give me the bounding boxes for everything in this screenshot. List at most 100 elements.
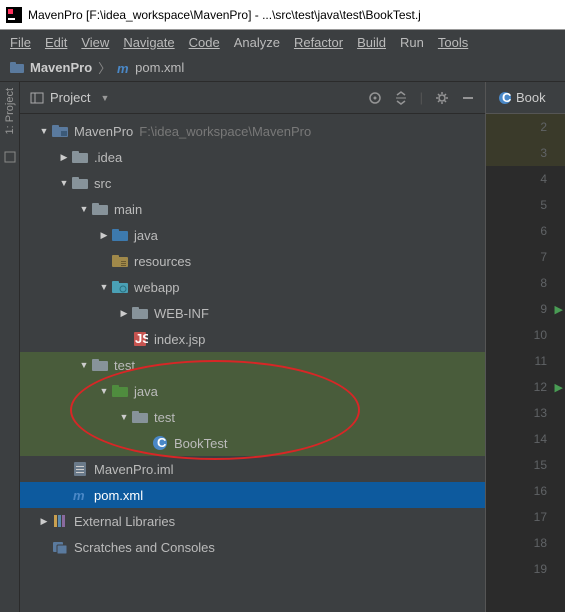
tree-row[interactable]: ▼MavenProF:\idea_workspace\MavenPro	[20, 118, 485, 144]
tree-label: java	[134, 384, 158, 399]
menu-analyze[interactable]: Analyze	[228, 33, 286, 52]
svg-text:m: m	[117, 61, 129, 75]
tree-row[interactable]: MavenPro.iml	[20, 456, 485, 482]
tree-row[interactable]: CBookTest	[20, 430, 485, 456]
tree-label: BookTest	[174, 436, 227, 451]
structure-icon[interactable]	[3, 150, 17, 164]
gutter-line[interactable]: 19	[486, 556, 565, 582]
gear-icon[interactable]	[435, 91, 449, 105]
tree-row[interactable]: ▼ src	[20, 170, 485, 196]
collapse-icon[interactable]	[394, 91, 408, 105]
chevron-down-icon[interactable]: ▼	[98, 282, 110, 292]
chevron-down-icon[interactable]: ▼	[78, 360, 90, 370]
editor-tab-label: Book	[516, 90, 546, 105]
gutter-line[interactable]: 13	[486, 400, 565, 426]
gutter-line[interactable]: 11	[486, 348, 565, 374]
chevron-down-icon[interactable]: ▼	[118, 412, 130, 422]
tree-row[interactable]: ▶ External Libraries	[20, 508, 485, 534]
breadcrumb-project[interactable]: MavenPro	[30, 60, 92, 75]
editor-tab-bar: C Book	[486, 82, 565, 114]
run-gutter-icon[interactable]: ▶	[555, 303, 563, 316]
chevron-down-icon[interactable]: ▼	[38, 126, 50, 136]
gutter-line[interactable]: 5	[486, 192, 565, 218]
gutter-line[interactable]: 15	[486, 452, 565, 478]
menu-view[interactable]: View	[75, 33, 115, 52]
breadcrumb-file[interactable]: pom.xml	[135, 60, 184, 75]
menu-edit[interactable]: Edit	[39, 33, 73, 52]
chevron-right-icon[interactable]: ▶	[118, 308, 130, 319]
tree-label: src	[94, 176, 111, 191]
panel-header: Project ▼ |	[20, 82, 485, 114]
tree-label: java	[134, 228, 158, 243]
tree-label: test	[154, 410, 175, 425]
folder-test-icon	[112, 383, 128, 399]
menu-code[interactable]: Code	[183, 33, 226, 52]
chevron-right-icon[interactable]: ▶	[98, 230, 110, 241]
rail-project-label[interactable]: 1: Project	[4, 88, 16, 134]
gutter-line[interactable]: 8	[486, 270, 565, 296]
tree-label: MavenPro	[74, 124, 133, 139]
editor-tab[interactable]: C Book	[492, 86, 552, 109]
folder-icon	[92, 201, 108, 217]
menu-refactor[interactable]: Refactor	[288, 33, 349, 52]
iml-icon	[72, 461, 88, 477]
gutter-line[interactable]: 7	[486, 244, 565, 270]
tree-label: WEB-INF	[154, 306, 209, 321]
tree-row[interactable]: JSPindex.jsp	[20, 326, 485, 352]
folder-icon	[72, 149, 88, 165]
tree-label: test	[114, 358, 135, 373]
svg-text:C: C	[502, 91, 512, 105]
tree-row[interactable]: ▶ WEB-INF	[20, 300, 485, 326]
editor-gutter[interactable]: 23456789▶101112▶13141516171819	[486, 114, 565, 612]
tree-label: MavenPro.iml	[94, 462, 173, 477]
gutter-line[interactable]: 18	[486, 530, 565, 556]
menu-build[interactable]: Build	[351, 33, 392, 52]
gutter-line[interactable]: 14	[486, 426, 565, 452]
gutter-line[interactable]: 10	[486, 322, 565, 348]
gutter-line[interactable]: 6	[486, 218, 565, 244]
locate-icon[interactable]	[368, 91, 382, 105]
svg-text:m: m	[73, 488, 85, 503]
gutter-line[interactable]: 16	[486, 478, 565, 504]
tree-row[interactable]: ▼webapp	[20, 274, 485, 300]
chevron-right-icon[interactable]: ▶	[38, 516, 50, 527]
chevron-down-icon[interactable]: ▼	[98, 386, 110, 396]
folder-icon	[72, 175, 88, 191]
tool-window-rail: 1: Project	[0, 82, 20, 612]
panel-title[interactable]: Project	[50, 90, 90, 105]
hide-icon[interactable]	[461, 91, 475, 105]
editor-area: C Book 23456789▶101112▶13141516171819	[485, 82, 565, 612]
chevron-down-icon[interactable]: ▼	[78, 204, 90, 214]
tree-row[interactable]: m pom.xml	[20, 482, 485, 508]
menu-file[interactable]: File	[4, 33, 37, 52]
lib-icon	[52, 513, 68, 529]
tree-row[interactable]: Scratches and Consoles	[20, 534, 485, 560]
gutter-line[interactable]: 17	[486, 504, 565, 530]
tree-row[interactable]: ▼ test	[20, 352, 485, 378]
chevron-down-icon[interactable]: ▼	[58, 178, 70, 188]
project-tree[interactable]: ▼MavenProF:\idea_workspace\MavenPro▶.ide…	[20, 114, 485, 612]
tree-label: Scratches and Consoles	[74, 540, 215, 555]
gutter-line[interactable]: 12▶	[486, 374, 565, 400]
gutter-line[interactable]: 2	[486, 114, 565, 140]
chevron-right-icon[interactable]: ▶	[58, 152, 70, 163]
gutter-line[interactable]: 3	[486, 140, 565, 166]
run-gutter-icon[interactable]: ▶	[555, 381, 563, 394]
gutter-line[interactable]: 4	[486, 166, 565, 192]
gutter-line[interactable]: 9▶	[486, 296, 565, 322]
panel-dropdown-icon[interactable]: ▼	[100, 93, 109, 103]
window-title: MavenPro [F:\idea_workspace\MavenPro] - …	[28, 8, 421, 22]
menu-navigate[interactable]: Navigate	[117, 33, 180, 52]
tree-row[interactable]: ▶.idea	[20, 144, 485, 170]
tree-row[interactable]: ▼main	[20, 196, 485, 222]
tree-row[interactable]: ▼ java	[20, 378, 485, 404]
tree-label: pom.xml	[94, 488, 143, 503]
tree-label: External Libraries	[74, 514, 175, 529]
menu-bar: File Edit View Navigate Code Analyze Ref…	[0, 30, 565, 54]
breadcrumb: MavenPro 〉 m pom.xml	[0, 54, 565, 82]
tree-row[interactable]: ▼ test	[20, 404, 485, 430]
menu-tools[interactable]: Tools	[432, 33, 474, 52]
tree-row[interactable]: ▶ java	[20, 222, 485, 248]
menu-run[interactable]: Run	[394, 33, 430, 52]
tree-row[interactable]: resources	[20, 248, 485, 274]
